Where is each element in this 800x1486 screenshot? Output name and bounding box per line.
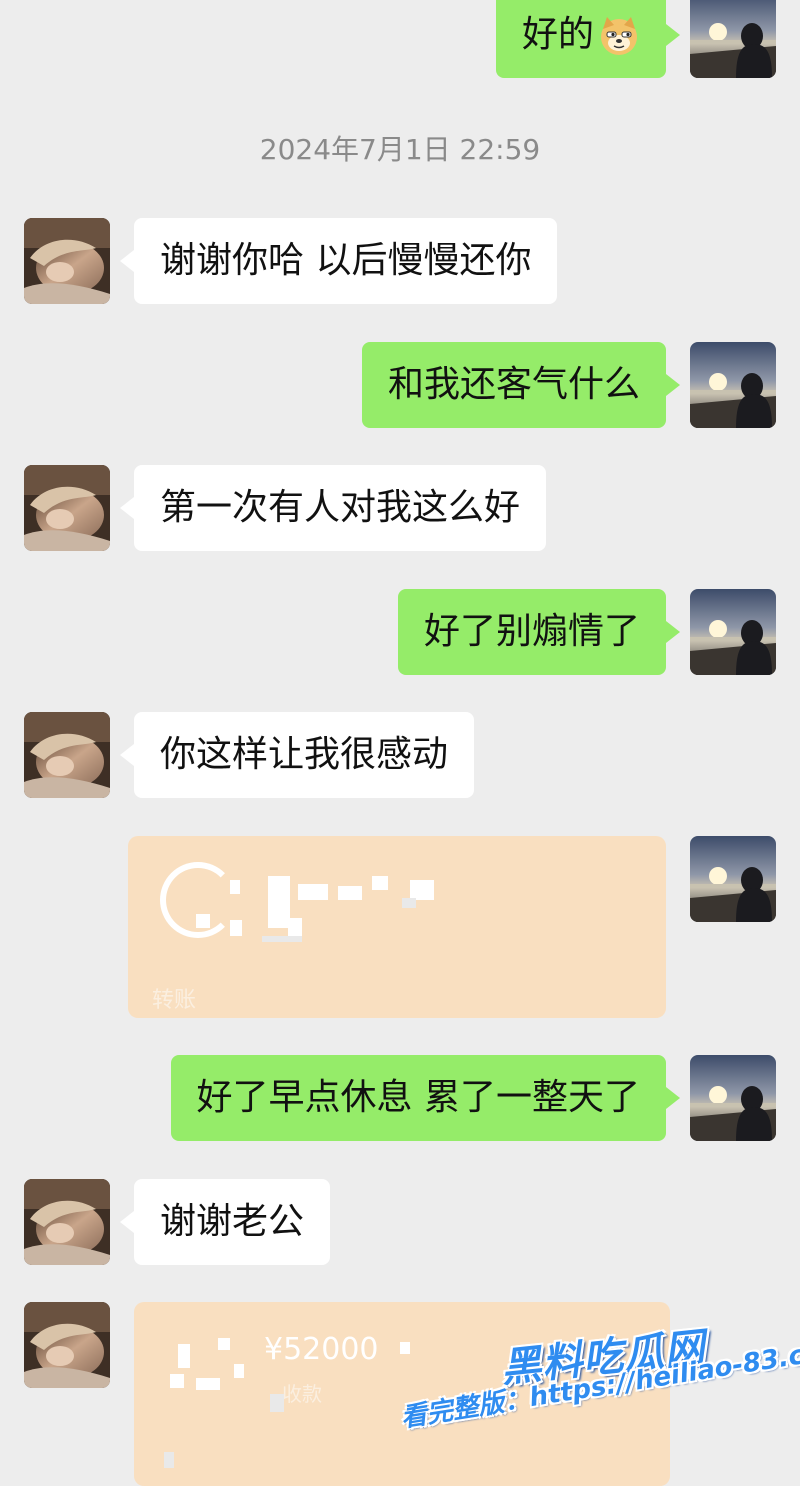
timestamp: 2024年7月1日 22:59 (259, 133, 541, 166)
message-text: 谢谢你哈 以后慢慢还你 (160, 240, 532, 281)
contact-avatar[interactable] (24, 465, 110, 551)
redacted-block (170, 1374, 184, 1388)
redacted-block (218, 1338, 230, 1350)
outgoing-message-bubble[interactable]: 好了早点休息 累了一整天了 (170, 1055, 681, 1141)
redacted-block (410, 880, 434, 900)
redacted-block (230, 880, 240, 894)
contact-avatar[interactable] (24, 218, 110, 304)
outgoing-message-bubble[interactable]: 好的 (495, 0, 681, 78)
redacted-block (230, 920, 242, 936)
redacted-block (400, 1342, 410, 1354)
incoming-message-bubble[interactable]: 你这样让我很感动 (119, 712, 475, 798)
doge-emoji-icon (598, 15, 640, 57)
message-text: 你这样让我很感动 (160, 734, 449, 775)
incoming-message-bubble[interactable]: 谢谢老公 (119, 1179, 331, 1265)
message-text: 好了早点休息 累了一整天了 (196, 1077, 640, 1118)
redacted-block (288, 918, 302, 938)
transfer-label: 转账 (152, 988, 197, 1013)
redacted-block (262, 936, 302, 942)
transfer-amount: ¥52000 (264, 1332, 379, 1367)
self-avatar[interactable] (690, 0, 776, 78)
self-avatar[interactable] (690, 1055, 776, 1141)
self-avatar[interactable] (690, 836, 776, 922)
outgoing-message-bubble[interactable]: 和我还客气什么 (361, 342, 681, 428)
self-avatar[interactable] (690, 589, 776, 675)
message-text: 好的 (521, 14, 594, 55)
redacted-block (178, 1344, 190, 1368)
transfer-sub-label: 收款 (282, 1382, 322, 1406)
message-text: 第一次有人对我这么好 (160, 487, 521, 528)
redacted-block (338, 886, 362, 900)
redacted-block (372, 876, 388, 890)
outgoing-message-bubble[interactable]: 好了别煽情了 (397, 589, 681, 675)
self-avatar[interactable] (690, 342, 776, 428)
redacted-block (196, 914, 210, 928)
redacted-block (298, 884, 328, 900)
redacted-block (270, 1394, 284, 1412)
redacted-block (196, 1378, 220, 1390)
contact-avatar[interactable] (24, 712, 110, 798)
message-text: 和我还客气什么 (387, 364, 640, 405)
transfer-card[interactable]: ¥52000 收款 (134, 1302, 670, 1486)
transfer-card[interactable]: 转账 (128, 836, 666, 1018)
redacted-block (268, 876, 290, 928)
message-text: 谢谢老公 (160, 1201, 305, 1242)
message-text: 好了别煽情了 (423, 611, 640, 652)
contact-avatar[interactable] (24, 1179, 110, 1265)
redacted-block (164, 1452, 174, 1468)
incoming-message-bubble[interactable]: 第一次有人对我这么好 (119, 465, 547, 551)
incoming-message-bubble[interactable]: 谢谢你哈 以后慢慢还你 (119, 218, 558, 304)
redacted-block (402, 898, 416, 908)
contact-avatar[interactable] (24, 1302, 110, 1388)
redacted-block (234, 1364, 244, 1378)
